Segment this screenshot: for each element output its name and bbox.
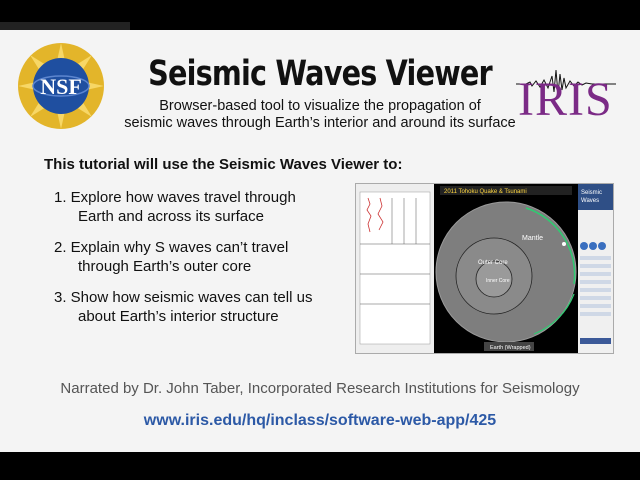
- mantle-label: Mantle: [522, 235, 543, 242]
- inner-core-label: Inner Core: [486, 278, 510, 284]
- list-item: 3. Show how seismic waves can tell us ab…: [54, 288, 354, 326]
- subtitle: Browser-based tool to visualize the prop…: [110, 98, 530, 132]
- event-title: 2011 Tohoku Quake & Tsunami: [444, 189, 527, 195]
- panel-title-line-2: Waves: [581, 198, 599, 204]
- intro-text: This tutorial will use the Seismic Waves…: [44, 156, 403, 173]
- bottom-letterbox: [0, 452, 640, 480]
- seismogram-traces-icon: [359, 191, 431, 345]
- list-item-line-1: 2. Explain why S waves can’t travel: [54, 239, 289, 256]
- controls-panel: Seismic Waves: [578, 184, 613, 353]
- tutorial-url[interactable]: www.iris.edu/hq/inclass/software-web-app…: [0, 412, 640, 430]
- top-letterbox: [0, 0, 640, 30]
- share-buttons-icon: [580, 338, 611, 344]
- slide: NSF Seismic Waves Viewer Browser-based t…: [0, 30, 640, 452]
- top-strip: [0, 22, 130, 30]
- panel-title-line-1: Seismic: [581, 190, 602, 196]
- subtitle-line-1: Browser-based tool to visualize the prop…: [159, 98, 481, 114]
- app-screenshot: 2011 Tohoku Quake & Tsunami Mantle Outer…: [355, 183, 614, 354]
- outer-core-label: Outer Core: [478, 260, 508, 266]
- list-item-line-1: 3. Show how seismic waves can tell us: [54, 289, 313, 306]
- list-item: 1. Explore how waves travel through Eart…: [54, 188, 354, 226]
- earth-label: Earth (Wrapped): [490, 345, 531, 351]
- list-item-line-2: Earth and across its surface: [78, 208, 264, 225]
- subtitle-line-2: seismic waves through Earth’s interior a…: [124, 115, 516, 131]
- list-item-line-1: 1. Explore how waves travel through: [54, 189, 296, 206]
- objectives-list: 1. Explore how waves travel through Eart…: [54, 188, 354, 338]
- narrator-credit: Narrated by Dr. John Taber, Incorporated…: [60, 380, 580, 397]
- iris-logo-text: IRIS: [518, 73, 613, 126]
- list-item-line-2: through Earth’s outer core: [78, 258, 252, 275]
- list-item: 2. Explain why S waves can’t travel thro…: [54, 238, 354, 276]
- playback-buttons-icon: [580, 242, 606, 250]
- page-title: Seismic Waves Viewer: [148, 54, 493, 94]
- list-item-line-2: about Earth’s interior structure: [78, 308, 279, 325]
- earth-view: 2011 Tohoku Quake & Tsunami Mantle Outer…: [434, 184, 578, 353]
- seismogram-panel: [356, 184, 434, 353]
